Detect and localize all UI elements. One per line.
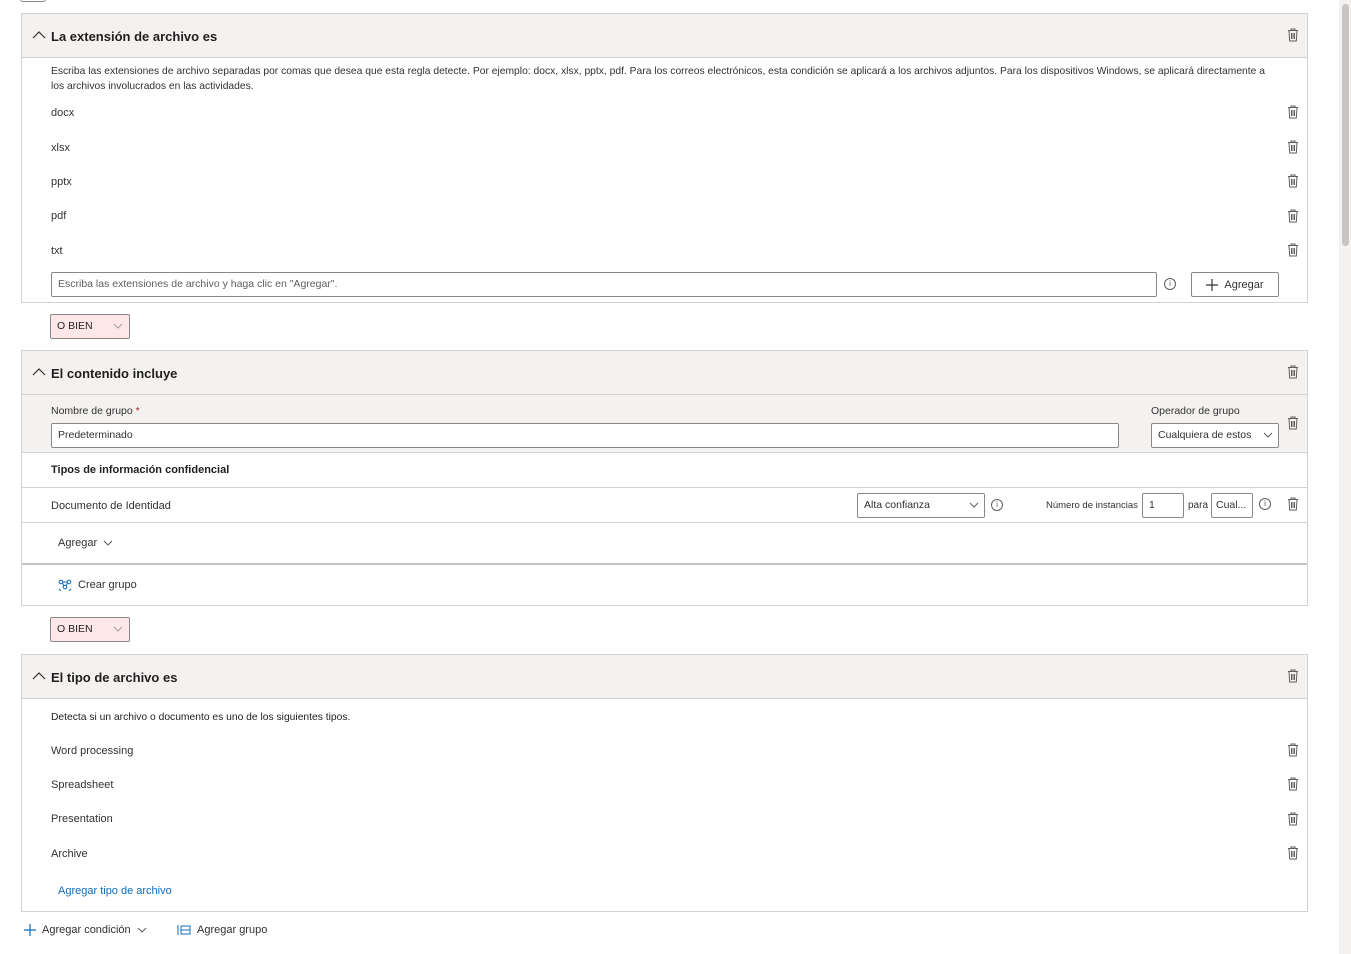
add-label: Agregar — [58, 537, 98, 549]
delete-icon[interactable] — [1287, 812, 1299, 826]
add-extension-button[interactable]: Agregar — [1191, 272, 1279, 297]
delete-icon[interactable] — [1287, 140, 1299, 154]
group-row: Nombre de grupo * Predeterminado Operado… — [22, 395, 1307, 452]
add-group-label: Agregar grupo — [197, 924, 268, 936]
file-type-item: Word processing — [51, 745, 134, 757]
create-group-label: Crear grupo — [78, 579, 137, 591]
create-group-icon — [58, 579, 72, 591]
delete-icon[interactable] — [1287, 497, 1299, 511]
delete-icon[interactable] — [1287, 243, 1299, 257]
group-operator-value: Cualquiera de estos — [1158, 429, 1252, 441]
chevron-down-icon — [103, 540, 113, 546]
operator-label: O BIEN — [57, 320, 93, 332]
divider — [22, 487, 1307, 488]
operator-label: O BIEN — [57, 623, 93, 635]
group-name-label-text: Nombre de grupo — [51, 405, 133, 417]
add-group-button[interactable]: Agregar grupo — [177, 924, 267, 936]
delete-icon[interactable] — [1287, 416, 1299, 430]
extension-item: txt — [51, 245, 63, 257]
chevron-down-icon — [969, 502, 979, 508]
chevron-down-icon — [1263, 432, 1273, 438]
chevron-down-icon — [113, 323, 123, 329]
extension-item: xlsx — [51, 142, 70, 154]
chevron-up-icon[interactable] — [32, 30, 46, 40]
operator-dropdown[interactable]: O BIEN — [50, 617, 130, 642]
sensitive-type-name: Documento de Identidad — [51, 500, 171, 512]
delete-icon[interactable] — [1287, 209, 1299, 223]
delete-icon[interactable] — [1287, 669, 1299, 683]
delete-icon[interactable] — [1287, 28, 1299, 42]
for-input[interactable]: Cual... — [1211, 493, 1253, 518]
file-type-item: Presentation — [51, 813, 113, 825]
for-label: para — [1188, 500, 1209, 511]
chevron-down-icon — [137, 927, 147, 933]
plus-icon — [24, 924, 36, 936]
delete-icon[interactable] — [1287, 105, 1299, 119]
delete-icon[interactable] — [1287, 174, 1299, 188]
delete-icon[interactable] — [1287, 743, 1299, 757]
delete-icon[interactable] — [1287, 846, 1299, 860]
divider — [22, 563, 1307, 565]
scrollbar[interactable] — [1339, 0, 1351, 954]
card-header[interactable]: La extensión de archivo es — [22, 14, 1307, 58]
instances-label: Número de instancias — [1046, 500, 1138, 511]
chevron-up-icon[interactable] — [32, 367, 46, 377]
info-icon[interactable]: i — [991, 499, 1003, 511]
card-header[interactable]: El contenido incluye — [22, 351, 1307, 395]
condition-card-content-contains: El contenido incluye Nombre de grupo * P… — [21, 350, 1308, 606]
confidence-select[interactable]: Alta confianza — [857, 493, 985, 518]
delete-icon[interactable] — [1287, 365, 1299, 379]
chevron-up-icon[interactable] — [32, 671, 46, 681]
extension-item: pptx — [51, 176, 72, 188]
add-condition-label: Agregar condición — [42, 924, 131, 936]
extension-input[interactable]: Escriba las extensiones de archivo y hag… — [51, 272, 1157, 297]
group-name-input[interactable]: Predeterminado — [51, 423, 1119, 448]
delete-icon[interactable] — [1287, 777, 1299, 791]
divider — [22, 452, 1307, 453]
add-file-type-link[interactable]: Agregar tipo de archivo — [58, 885, 172, 897]
group-operator-label: Operador de grupo — [1151, 405, 1240, 417]
operator-dropdown[interactable]: O BIEN — [50, 314, 130, 339]
sensitive-types-heading: Tipos de información confidencial — [51, 464, 230, 476]
info-icon[interactable]: i — [1164, 278, 1176, 290]
extension-item: docx — [51, 107, 75, 119]
info-icon[interactable]: i — [1259, 498, 1271, 510]
required-mark: * — [135, 405, 140, 417]
file-type-item: Spreadsheet — [51, 779, 114, 791]
card-title: El tipo de archivo es — [51, 670, 178, 685]
condition-card-file-type: El tipo de archivo es Detecta si un arch… — [21, 654, 1308, 912]
add-condition-button[interactable]: Agregar condición — [24, 924, 147, 936]
divider — [22, 522, 1307, 523]
group-operator-select[interactable]: Cualquiera de estos — [1151, 423, 1279, 448]
instances-input[interactable]: 1 — [1142, 493, 1184, 518]
card-title: La extensión de archivo es — [51, 29, 218, 44]
card-description: Detecta si un archivo o documento es uno… — [51, 712, 351, 723]
file-type-item: Archive — [51, 848, 88, 860]
add-group-icon — [177, 925, 191, 935]
group-name-label: Nombre de grupo * — [51, 405, 140, 417]
card-description: Escriba las extensiones de archivo separ… — [51, 66, 1265, 92]
extension-item: pdf — [51, 210, 67, 222]
card-header[interactable]: El tipo de archivo es — [22, 655, 1307, 699]
plus-icon — [1206, 278, 1219, 291]
scrollbar-thumb[interactable] — [1342, 4, 1349, 246]
add-sensitive-type-dropdown[interactable]: Agregar — [58, 537, 113, 549]
confidence-value: Alta confianza — [864, 499, 930, 511]
condition-card-file-extension: La extensión de archivo es Escriba las e… — [21, 13, 1308, 303]
card-title: El contenido incluye — [51, 366, 178, 381]
top-button-stub[interactable] — [20, 0, 46, 2]
add-extension-label: Agregar — [1224, 278, 1264, 291]
chevron-down-icon — [113, 626, 123, 632]
create-group-button[interactable]: Crear grupo — [58, 579, 137, 591]
